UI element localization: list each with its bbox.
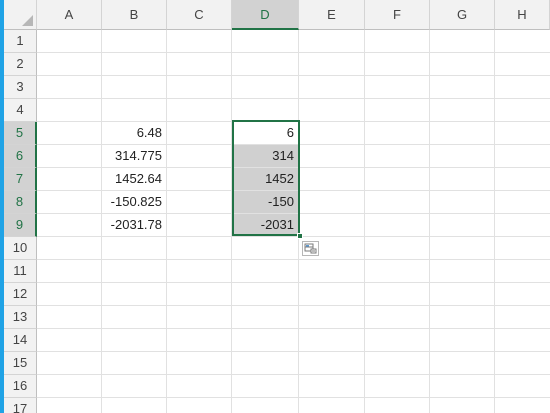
spreadsheet: A B C D E F G H 1 2 3 4 5 6 7 8 9 10 11 …	[0, 0, 550, 413]
column-header-c[interactable]: C	[167, 0, 232, 30]
gridline-horizontal	[37, 259, 550, 260]
column-header-a[interactable]: A	[37, 0, 102, 30]
row-header-11[interactable]: 11	[4, 260, 37, 283]
gridline-horizontal	[37, 374, 550, 375]
row-header-16[interactable]: 16	[4, 375, 37, 398]
cell-d5[interactable]: 6	[232, 122, 298, 144]
row-header-5[interactable]: 5	[4, 122, 37, 145]
gridline-horizontal	[37, 236, 550, 237]
cell-b7[interactable]: 1452.64	[102, 168, 166, 190]
column-header-h[interactable]: H	[495, 0, 550, 30]
row-header-10[interactable]: 10	[4, 237, 37, 260]
row-header-15[interactable]: 15	[4, 352, 37, 375]
select-all-corner[interactable]	[4, 0, 37, 30]
column-header-d[interactable]: D	[232, 0, 299, 30]
gridline-horizontal	[37, 351, 550, 352]
gridline-vertical	[429, 30, 430, 413]
quick-analysis-icon	[304, 243, 317, 254]
cell-b6[interactable]: 314.775	[102, 145, 166, 167]
row-header-2[interactable]: 2	[4, 53, 37, 76]
cell-d8[interactable]: -150	[232, 191, 298, 213]
cell-b9[interactable]: -2031.78	[102, 214, 166, 236]
gridline-horizontal	[37, 52, 550, 53]
column-header-e[interactable]: E	[299, 0, 365, 30]
cell-b8[interactable]: -150.825	[102, 191, 166, 213]
row-header-6[interactable]: 6	[4, 145, 37, 168]
gridline-vertical	[364, 30, 365, 413]
cell-d7[interactable]: 1452	[232, 168, 298, 190]
quick-analysis-button[interactable]	[302, 241, 319, 256]
row-header-7[interactable]: 7	[4, 168, 37, 191]
row-header-13[interactable]: 13	[4, 306, 37, 329]
row-header-14[interactable]: 14	[4, 329, 37, 352]
gridline-vertical	[166, 30, 167, 413]
gridline-horizontal	[37, 397, 550, 398]
cell-d6[interactable]: 314	[232, 145, 298, 167]
fill-handle[interactable]	[297, 233, 303, 239]
cell-b5[interactable]: 6.48	[102, 122, 166, 144]
gridline-horizontal	[37, 328, 550, 329]
column-header-g[interactable]: G	[430, 0, 495, 30]
gridline-horizontal	[37, 98, 550, 99]
row-header-8[interactable]: 8	[4, 191, 37, 214]
row-header-17[interactable]: 17	[4, 398, 37, 413]
column-header-f[interactable]: F	[365, 0, 430, 30]
cell-d9[interactable]: -2031	[232, 214, 298, 236]
gridline-horizontal	[37, 75, 550, 76]
gridline-vertical	[494, 30, 495, 413]
row-header-4[interactable]: 4	[4, 99, 37, 122]
row-header-12[interactable]: 12	[4, 283, 37, 306]
gridline-vertical	[298, 30, 299, 413]
select-all-triangle-icon	[22, 15, 33, 26]
gridline-horizontal	[37, 282, 550, 283]
column-header-b[interactable]: B	[102, 0, 167, 30]
gridline-horizontal	[37, 305, 550, 306]
row-header-3[interactable]: 3	[4, 76, 37, 99]
row-header-1[interactable]: 1	[4, 30, 37, 53]
row-header-9[interactable]: 9	[4, 214, 37, 237]
